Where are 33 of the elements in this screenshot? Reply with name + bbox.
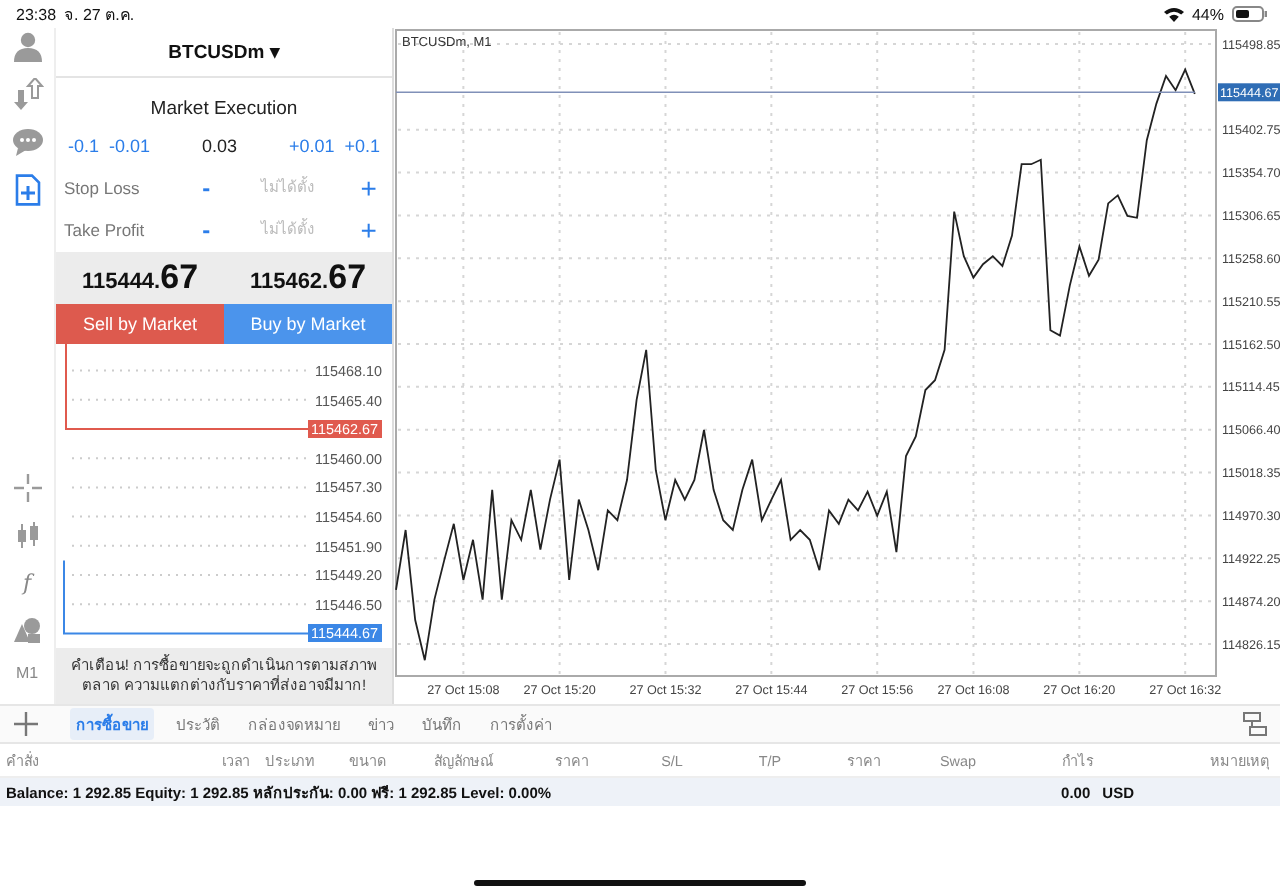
sell-button[interactable]: Sell by Market <box>56 304 224 345</box>
transfer-icon[interactable] <box>11 78 43 110</box>
layout-icon[interactable] <box>1242 712 1268 736</box>
new-order-icon[interactable] <box>11 174 43 206</box>
tool-button[interactable]: M1 <box>15 664 39 682</box>
shapes-icon[interactable] <box>12 616 42 644</box>
volume-field[interactable]: 0.03 <box>160 135 279 156</box>
decrease-button[interactable]: - <box>195 216 218 245</box>
battery-icon <box>1232 6 1268 22</box>
chat-icon[interactable] <box>11 126 43 158</box>
execution-type: Market Execution <box>150 97 298 120</box>
bid-price: 115444.67 <box>81 258 199 299</box>
volume-step[interactable]: -0.1 <box>68 135 100 156</box>
wifi-icon <box>1163 6 1184 22</box>
volume-step[interactable]: +0.1 <box>344 135 380 156</box>
battery-percent: 44% <box>1191 5 1224 23</box>
buy-button[interactable]: Buy by Market <box>224 304 392 345</box>
volume-step[interactable]: +0.01 <box>288 135 335 156</box>
status-time: 23:38 <box>16 5 57 23</box>
symbol-selector[interactable]: BTCUSDm ▾ <box>168 39 280 64</box>
user-icon[interactable] <box>11 30 43 62</box>
add-icon[interactable] <box>14 712 38 736</box>
volume-step[interactable]: -0.01 <box>109 135 151 156</box>
crosshair-icon[interactable] <box>13 474 41 502</box>
stop-label: Take Profit <box>64 220 147 241</box>
tool-button[interactable]: f <box>22 570 32 596</box>
ask-price: 115462.67 <box>249 258 367 299</box>
candlestick-icon[interactable] <box>13 522 41 550</box>
increase-button[interactable]: + <box>357 171 380 204</box>
decrease-button[interactable]: - <box>195 173 218 202</box>
increase-button[interactable]: + <box>357 214 380 247</box>
stop-label: Stop Loss <box>64 177 142 198</box>
status-date: จ. 27 ต.ค. <box>64 3 135 27</box>
